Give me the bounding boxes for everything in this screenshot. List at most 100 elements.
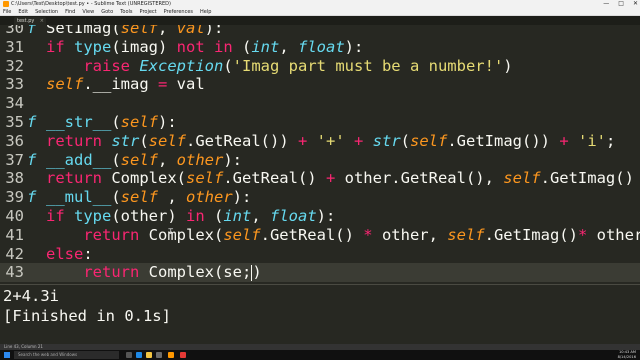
- line-number: 36: [5, 131, 24, 150]
- code-token: return: [46, 131, 112, 150]
- menu-edit[interactable]: Edit: [18, 8, 28, 15]
- window-controls: — □ ✕: [603, 0, 638, 8]
- file-explorer-icon[interactable]: [146, 352, 152, 358]
- menu-project[interactable]: Project: [140, 8, 157, 15]
- code-token: other: [176, 150, 224, 169]
- code-token: in: [185, 207, 214, 225]
- menu-view[interactable]: View: [82, 8, 94, 15]
- code-token: ):: [316, 207, 336, 225]
- code-line[interactable]: 38 return Complex(self.GetReal() + other.…: [0, 169, 640, 188]
- code-line[interactable]: 40 if type(other) in (int, float):: [0, 207, 640, 226]
- mouse-pointer-icon: ⌶: [168, 227, 174, 237]
- code-line[interactable]: 31 if type(imag) not in (int, float):: [0, 38, 640, 57]
- menu-find[interactable]: Find: [65, 8, 75, 15]
- line-number: 35: [5, 113, 24, 131]
- line-number: 43: [5, 263, 24, 282]
- code-line[interactable]: 32 raise Exception('Imag part must be a …: [0, 57, 640, 76]
- code-token: ): [252, 263, 262, 282]
- code-token: *: [363, 225, 382, 244]
- code-token: (: [223, 56, 233, 75]
- code-token: .GetReal(): [223, 169, 326, 188]
- code-token: not in: [176, 37, 242, 56]
- code-token: .GetImag(): [484, 225, 578, 244]
- line-number: 30: [5, 25, 24, 37]
- code-line[interactable]: 35 f __str__(self):: [0, 113, 640, 132]
- code-token: val: [176, 75, 205, 94]
- code-token: return: [83, 225, 149, 244]
- code-line[interactable]: 37 f __add__(self, other):: [0, 151, 640, 170]
- code-token: (: [213, 207, 224, 225]
- code-token: self: [120, 188, 158, 207]
- tab-test-py[interactable]: test.py ×: [14, 17, 46, 25]
- code-line[interactable]: 30 f SetImag(self, val):: [0, 25, 640, 38]
- code-line[interactable]: 36 return str(self.GetReal()) + '+' + str…: [0, 132, 640, 151]
- line-number: 38: [5, 169, 24, 188]
- code-token: self: [120, 150, 158, 169]
- code-token: str: [372, 131, 401, 150]
- code-token: ):: [232, 188, 252, 207]
- code-token: other,: [381, 225, 448, 244]
- code-token: other): [596, 225, 640, 244]
- output-result-line: 2+4.3i: [3, 287, 59, 305]
- code-token: else: [46, 244, 84, 263]
- task-view-icon[interactable]: [126, 352, 132, 358]
- code-line[interactable]: 34: [0, 94, 640, 113]
- code-token: Exception: [139, 56, 224, 75]
- code-token: 'Imag part must be a number!': [232, 56, 504, 75]
- code-token: val: [176, 25, 205, 37]
- code-token: (: [111, 150, 121, 169]
- code-token: *: [577, 225, 597, 244]
- code-token: (: [241, 37, 252, 56]
- code-token: Complex(: [148, 225, 224, 244]
- code-token: type: [74, 207, 112, 225]
- code-token: ):: [158, 113, 177, 131]
- tab-close-icon[interactable]: ×: [40, 17, 44, 25]
- code-token: ):: [204, 25, 224, 37]
- title-bar: C:\Users\Test\Desktop\test.py • - Sublim…: [0, 0, 640, 8]
- menu-tools[interactable]: Tools: [120, 8, 132, 15]
- fold-marker[interactable]: f: [27, 113, 36, 132]
- code-text: __mul__(self , other):: [46, 188, 251, 207]
- code-line[interactable]: 33 self.__imag = val: [0, 75, 640, 94]
- sublime-taskbar-icon[interactable]: [168, 352, 174, 358]
- code-line[interactable]: 39 f __mul__(self , other):: [0, 188, 640, 207]
- code-token: float: [298, 37, 345, 56]
- taskbar-search-box[interactable]: Search the web and Windows: [14, 351, 119, 359]
- code-token: if: [46, 37, 74, 56]
- code-token: return: [83, 263, 149, 282]
- menu-file[interactable]: File: [3, 8, 11, 15]
- menu-goto[interactable]: Goto: [101, 8, 113, 15]
- code-token: ):: [223, 150, 243, 169]
- code-line[interactable]: 42 else:: [0, 245, 640, 264]
- app-taskbar-icon[interactable]: [180, 352, 186, 358]
- code-editor[interactable]: 30 f SetImag(self, val): 31 if type(imag) no…: [0, 25, 640, 283]
- code-token: __str__: [46, 113, 112, 131]
- store-icon[interactable]: [156, 352, 162, 358]
- maximize-button[interactable]: □: [618, 0, 624, 8]
- code-line[interactable]: 41 return Complex(self.GetReal() * other…: [0, 226, 640, 245]
- code-token: if: [46, 207, 74, 225]
- menu-selection[interactable]: Selection: [35, 8, 58, 15]
- code-line[interactable]: 43 return Complex(se;): [0, 263, 640, 283]
- menu-preferences[interactable]: Preferences: [164, 8, 193, 15]
- build-output-panel: 2+4.3i [Finished in 0.1s]: [0, 284, 640, 345]
- code-text: __add__(self, other):: [46, 151, 242, 170]
- code-token: +: [297, 131, 317, 150]
- line-number: 39: [5, 188, 24, 207]
- fold-marker[interactable]: f: [27, 25, 36, 38]
- windows-start-icon[interactable]: [4, 352, 10, 358]
- code-token: (: [111, 113, 121, 131]
- menu-help[interactable]: Help: [200, 8, 211, 15]
- code-token: str: [111, 131, 140, 150]
- code-token: ,: [158, 188, 186, 207]
- code-token: __add__: [46, 150, 112, 169]
- edge-browser-icon[interactable]: [136, 352, 142, 358]
- minimize-button[interactable]: —: [603, 0, 609, 8]
- cursor-position-status: Line 43, Column 21: [4, 344, 43, 349]
- fold-marker[interactable]: f: [27, 188, 36, 207]
- close-window-button[interactable]: ✕: [633, 0, 638, 8]
- fold-marker[interactable]: f: [27, 151, 36, 170]
